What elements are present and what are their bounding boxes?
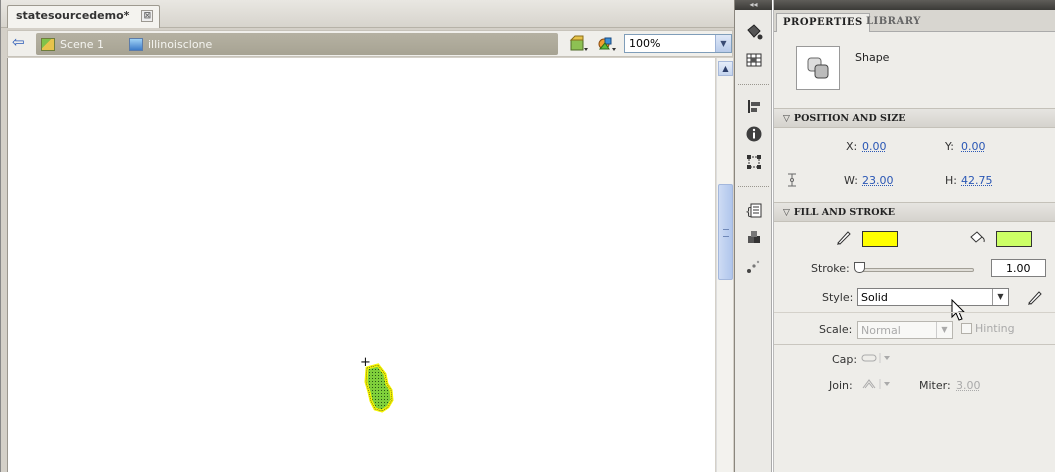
chevron-down-icon[interactable]: ▼ — [992, 289, 1008, 305]
tab-properties[interactable]: PROPERTIES — [776, 13, 870, 32]
scrollbar-thumb[interactable] — [718, 184, 733, 280]
w-label: W: — [844, 174, 858, 187]
y-label: Y: — [945, 140, 954, 153]
stroke-label: Stroke: — [811, 262, 850, 275]
close-tab-icon[interactable]: ⊠ — [141, 10, 153, 22]
movieclip-symbol-icon — [129, 38, 143, 51]
panel-tab-bar: PROPERTIES LIBRARY — [774, 10, 1055, 32]
w-value[interactable]: 23.00 — [862, 174, 894, 187]
edit-bar: ⇦ Scene 1 illinoisclone 100% ▼ — [7, 30, 733, 57]
constrain-link-icon[interactable] — [785, 172, 799, 188]
style-value: Solid — [861, 291, 888, 304]
cap-label: Cap: — [832, 353, 857, 366]
chevron-down-icon: ▼ — [936, 322, 952, 338]
expand-triangle-icon: ▽ — [783, 208, 790, 218]
scroll-up-arrow-icon[interactable]: ▲ — [718, 61, 733, 76]
collapse-dock-icon[interactable]: ◂◂ — [735, 0, 772, 10]
zoom-select[interactable]: 100% ▼ — [624, 34, 732, 53]
section-position-and-size-label: POSITION AND SIZE — [794, 113, 906, 124]
section-position-and-size[interactable]: ▽ POSITION AND SIZE — [774, 108, 1055, 128]
scene-icon — [41, 38, 55, 51]
y-value[interactable]: 0.00 — [961, 140, 986, 153]
align-icon[interactable] — [744, 96, 764, 116]
miter-label: Miter: — [919, 379, 951, 392]
stroke-weight-input[interactable]: 1.00 — [991, 259, 1046, 277]
chevron-down-icon[interactable]: ▼ — [715, 35, 731, 52]
document-tab[interactable]: statesourcedemo* ⊠ — [7, 5, 160, 28]
properties-panel: PROPERTIES LIBRARY Shape ▽ POSITION AND S… — [773, 0, 1055, 472]
stroke-color-swatch[interactable] — [862, 231, 898, 247]
cap-select — [861, 351, 893, 367]
dock-grip[interactable] — [738, 84, 769, 87]
actions-icon[interactable]: { — [744, 200, 764, 220]
x-label: X: — [846, 140, 857, 153]
document-tab-title: statesourcedemo* — [16, 9, 129, 22]
fill-color-swatch[interactable] — [996, 231, 1032, 247]
stage-canvas[interactable]: + — [7, 58, 715, 472]
tab-library[interactable]: LIBRARY — [860, 13, 927, 32]
expand-triangle-icon: ▽ — [783, 114, 790, 124]
miter-value: 3.00 — [956, 379, 981, 392]
breadcrumb: Scene 1 illinoisclone — [36, 33, 558, 55]
x-value[interactable]: 0.00 — [862, 140, 887, 153]
document-tab-bar: statesourcedemo* ⊠ — [1, 0, 735, 28]
motion-presets-icon[interactable] — [744, 256, 764, 276]
swatches-icon[interactable] — [744, 50, 764, 70]
stroke-slider-handle[interactable] — [854, 262, 865, 273]
scale-select: Normal ▼ — [857, 321, 953, 339]
illinois-shape[interactable] — [360, 360, 394, 416]
join-label: Join: — [829, 379, 853, 392]
object-type-label: Shape — [855, 51, 889, 64]
edit-scene-icon[interactable] — [569, 35, 589, 53]
mouse-cursor-icon — [951, 299, 967, 323]
info-icon[interactable] — [744, 124, 764, 144]
shape-type-icon — [796, 46, 840, 90]
components-icon[interactable] — [744, 228, 764, 248]
stroke-slider[interactable] — [856, 268, 974, 272]
style-label: Style: — [822, 291, 853, 304]
style-select[interactable]: Solid ▼ — [857, 288, 1009, 306]
scale-label: Scale: — [819, 323, 852, 336]
back-arrow-icon[interactable]: ⇦ — [12, 35, 30, 51]
document-window: statesourcedemo* ⊠ ⇦ Scene 1 illinoisclo… — [0, 0, 734, 472]
edit-stroke-style-icon[interactable] — [1026, 289, 1044, 305]
vertical-scrollbar[interactable]: ▲ — [716, 58, 733, 472]
breadcrumb-scene[interactable]: Scene 1 — [41, 36, 104, 52]
scale-value: Normal — [861, 324, 901, 337]
section-fill-and-stroke[interactable]: ▽ FILL AND STROKE — [774, 202, 1055, 222]
panel-title-bar[interactable] — [774, 0, 1055, 10]
h-value[interactable]: 42.75 — [961, 174, 993, 187]
h-label: H: — [945, 174, 957, 187]
zoom-value: 100% — [629, 37, 660, 50]
transform-icon[interactable] — [744, 152, 764, 172]
hinting-checkbox — [961, 323, 972, 334]
hinting-label: Hinting — [975, 322, 1015, 335]
paint-bucket-icon[interactable] — [744, 22, 764, 42]
panel-dock: ◂◂ { — [734, 0, 772, 472]
divider — [774, 344, 1055, 345]
breadcrumb-symbol[interactable]: illinoisclone — [129, 36, 212, 52]
join-select — [861, 377, 893, 393]
breadcrumb-symbol-label: illinoisclone — [148, 38, 212, 51]
breadcrumb-scene-label: Scene 1 — [60, 38, 104, 51]
pencil-icon — [834, 229, 854, 245]
edit-symbols-icon[interactable] — [597, 35, 617, 53]
divider — [774, 312, 1055, 313]
dock-grip-2[interactable] — [738, 186, 769, 189]
section-fill-and-stroke-label: FILL AND STROKE — [794, 207, 895, 218]
paint-bucket-icon — [968, 229, 988, 245]
